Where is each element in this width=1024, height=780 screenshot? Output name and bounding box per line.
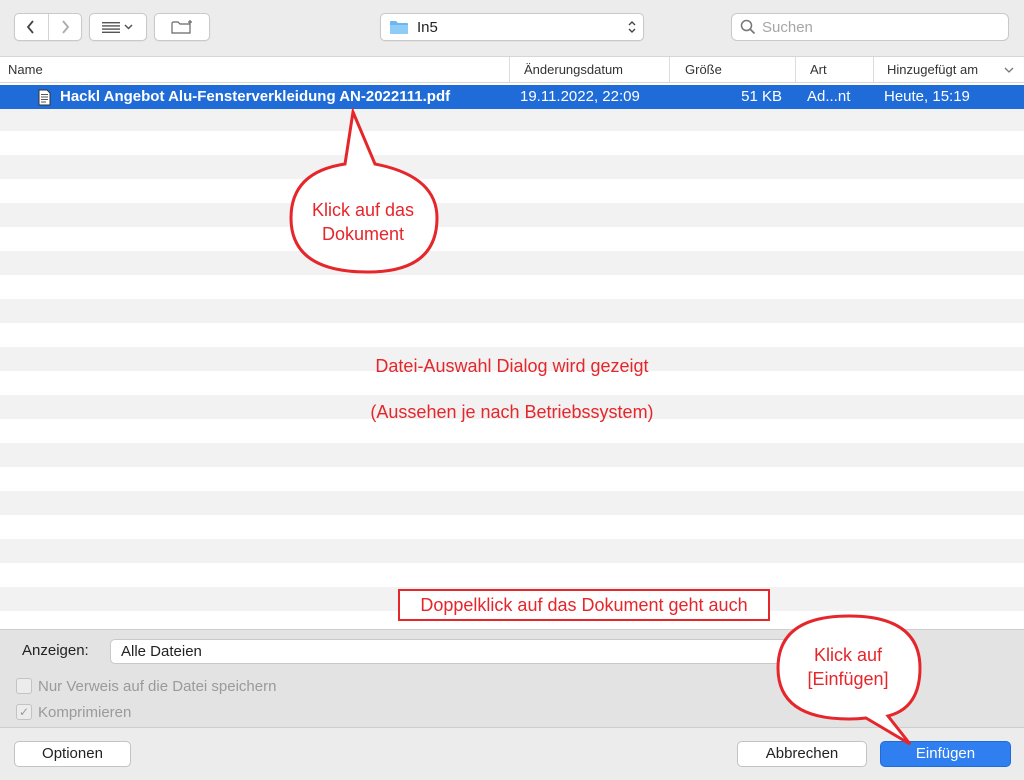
column-size[interactable]: Größe	[669, 57, 795, 82]
column-kind[interactable]: Art	[795, 57, 873, 82]
double-click-note: Doppelklick auf das Dokument geht auch	[398, 589, 770, 621]
list-view-icon	[102, 22, 133, 33]
dialog-shown-note: Datei-Auswahl Dialog wird gezeigt	[375, 356, 649, 376]
column-name[interactable]: Name	[0, 57, 508, 82]
stepper-arrows-icon	[628, 21, 636, 33]
search-icon	[740, 19, 756, 35]
pdf-document-icon	[38, 89, 51, 105]
search-field[interactable]	[731, 13, 1009, 41]
column-added-label: Hinzugefügt am	[887, 62, 979, 77]
chevron-right-icon	[62, 20, 70, 34]
new-folder-icon	[171, 20, 192, 34]
sort-descending-icon	[1004, 67, 1014, 73]
options-button[interactable]: Optionen	[14, 741, 131, 767]
checkmark-icon: ✓	[16, 704, 32, 720]
forward-button[interactable]	[47, 14, 81, 40]
view-mode-button[interactable]	[89, 13, 147, 41]
reference-only-checkbox[interactable]: Nur Verweis auf die Datei speichern	[16, 676, 316, 696]
chevron-left-icon	[27, 20, 35, 34]
os-appearance-note: (Aussehen je nach Betriebssystem)	[370, 402, 654, 422]
search-input[interactable]	[762, 18, 1002, 36]
folder-icon	[390, 21, 408, 34]
location-label: In5	[417, 18, 438, 36]
speech-bubble-click-document	[289, 106, 439, 274]
new-folder-button[interactable]	[154, 13, 210, 41]
compress-label: Komprimieren	[38, 703, 132, 721]
file-added: Heute, 15:19	[884, 88, 970, 105]
file-modified: 19.11.2022, 22:09	[520, 88, 640, 105]
file-row[interactable]: Hackl Angebot Alu-Fensterverkleidung AN-…	[0, 85, 1024, 109]
column-modified[interactable]: Änderungsdatum	[509, 57, 669, 82]
toolbar: In5	[0, 0, 1024, 56]
column-header: Name Änderungsdatum Größe Art Hinzugefüg…	[0, 56, 1024, 83]
show-label: Anzeigen:	[22, 642, 89, 659]
back-button[interactable]	[15, 14, 48, 40]
bubble-click-insert-text: Klick auf [Einfügen]	[807, 645, 889, 689]
file-kind: Ad...nt	[807, 88, 851, 105]
bubble-click-document-text: Klick auf das Dokument	[311, 200, 415, 244]
column-added[interactable]: Hinzugefügt am	[873, 57, 1024, 82]
compress-checkbox[interactable]: ✓ Komprimieren	[16, 702, 316, 722]
navigation-buttons	[14, 13, 82, 41]
file-size: 51 KB	[741, 88, 782, 105]
location-popup[interactable]: In5	[380, 13, 644, 41]
file-type-select[interactable]: Alle Dateien	[110, 639, 790, 664]
checkbox-unchecked-icon	[16, 678, 32, 694]
reference-only-label: Nur Verweis auf die Datei speichern	[38, 677, 277, 695]
